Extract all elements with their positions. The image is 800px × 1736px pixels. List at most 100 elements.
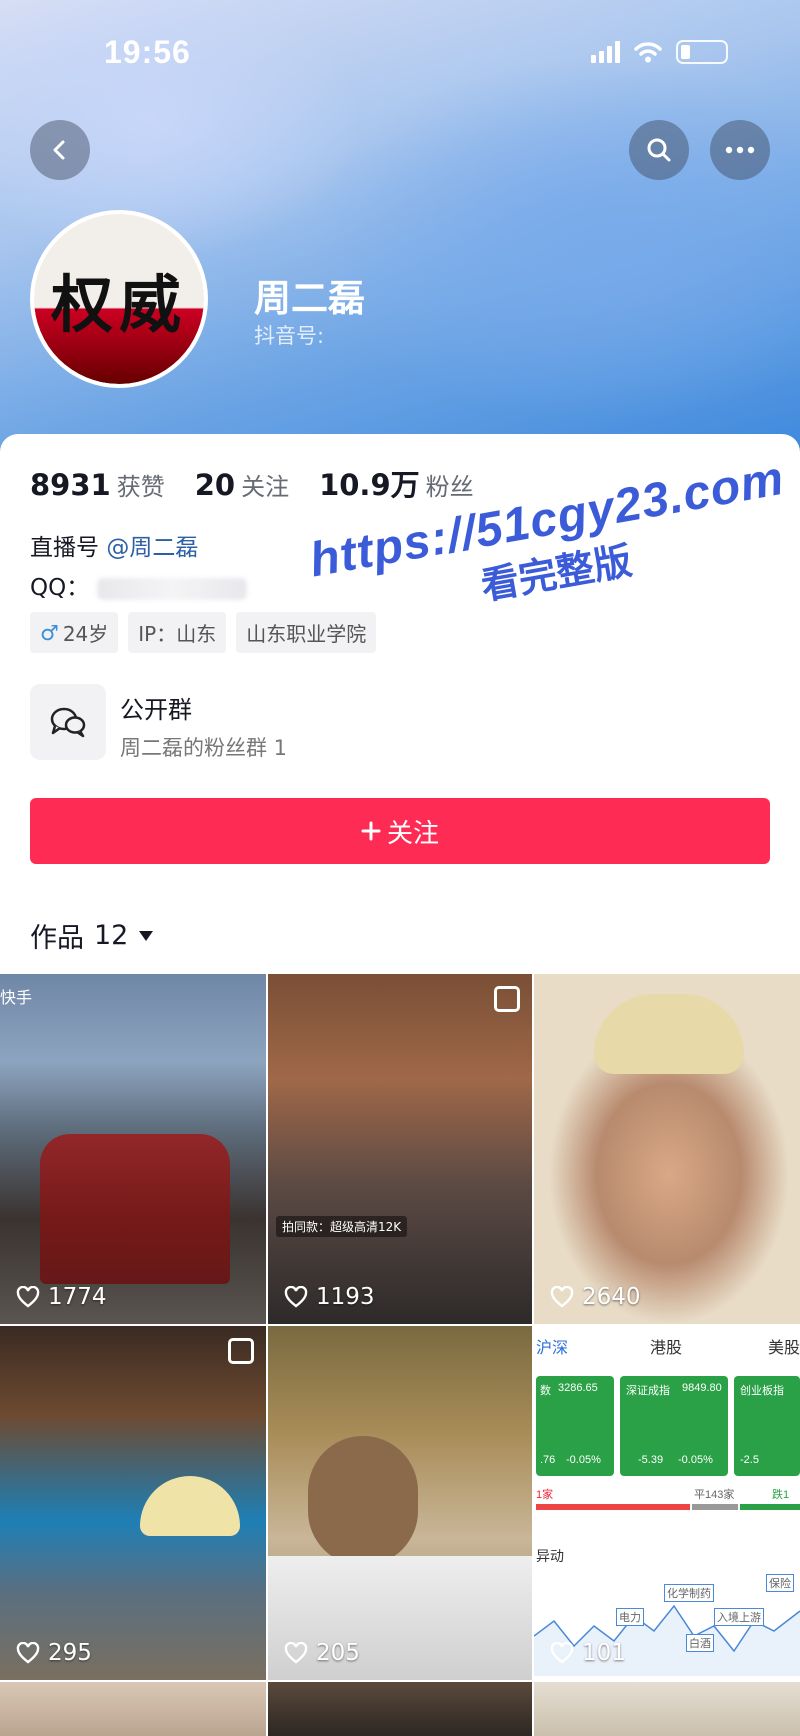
male-icon: ♂ [40, 620, 59, 645]
follow-button[interactable]: 关注 [30, 798, 770, 864]
group-chat-icon [50, 707, 86, 738]
tag-age: ♂ 24岁 [30, 612, 119, 653]
video-likes: 1193 [284, 1284, 375, 1310]
signal-icon [591, 41, 620, 63]
stock-tab: 港股 [650, 1340, 683, 1357]
stat-label: 关注 [241, 473, 290, 501]
stock-card-name: 创业板指 [740, 1385, 784, 1397]
stock-chart-tag: 电力 [616, 1608, 644, 1626]
video-thumbnail[interactable]: 2640 [534, 974, 800, 1324]
video-thumbnail[interactable] [268, 1682, 532, 1736]
status-time: 19:56 [104, 34, 191, 70]
heart-icon [16, 1286, 40, 1308]
video-likes: 2640 [550, 1284, 641, 1310]
avatar-logo-text: 权威 [50, 268, 187, 341]
group-subtitle: 周二磊的粉丝群 1 [120, 736, 288, 760]
video-thumbnail[interactable]: 205 [268, 1326, 532, 1680]
plus-icon [361, 821, 381, 841]
video-figure [308, 1436, 418, 1566]
video-figure-hair [140, 1476, 240, 1536]
stat-likes[interactable]: 8931 获赞 [30, 467, 165, 502]
works-count: 12 [94, 920, 129, 951]
stock-card-name: 数 [540, 1385, 551, 1397]
stock-down-bar [740, 1504, 800, 1510]
video-figure-hair [594, 994, 744, 1074]
caret-down-icon [139, 930, 154, 941]
stock-section-title: 异动 [536, 1548, 564, 1564]
fan-group-entry[interactable]: 公开群 周二磊的粉丝群 1 [30, 684, 770, 764]
profile-stats: 8931 获赞 20 关注 10.9万 粉丝 [30, 462, 504, 504]
stock-row-label: 跌1 [772, 1489, 790, 1501]
video-likes: 205 [284, 1640, 360, 1666]
avatar-image: 权威 [34, 214, 204, 384]
video-thumbnail[interactable]: 沪深 港股 美股 数 3286.65 .76 -0.05% 深证成指 9849.… [534, 1326, 800, 1680]
video-thumbnail[interactable]: 快手 1774 [0, 974, 266, 1324]
works-tab-label: 作品 [30, 923, 84, 954]
heart-icon [550, 1286, 574, 1308]
stock-card-delta: -5.39 [638, 1454, 664, 1466]
stock-flat-bar [692, 1504, 738, 1510]
stock-card-change: -0.05% [678, 1454, 713, 1466]
heart-icon [284, 1642, 308, 1664]
video-figure [40, 1134, 230, 1284]
search-button[interactable] [629, 120, 689, 180]
stock-card-value: 9849.80 [682, 1382, 722, 1394]
stat-followers[interactable]: 10.9万 粉丝 [319, 462, 474, 504]
video-thumbnail[interactable]: 拍同款：超级高清12K 1193 [268, 974, 532, 1324]
more-icon [725, 146, 755, 154]
stock-tab: 沪深 [536, 1340, 569, 1357]
stock-row-label: 平143家 [694, 1489, 735, 1501]
multi-image-icon [228, 1338, 254, 1364]
more-button[interactable] [710, 120, 770, 180]
stock-card: 深证成指 9849.80 -5.39 -0.05% [620, 1376, 728, 1476]
profile-name: 周二磊 [254, 277, 365, 320]
video-thumbnail[interactable]: 295 [0, 1326, 266, 1680]
live-label: 直播号 [30, 535, 99, 561]
heart-icon [284, 1286, 308, 1308]
stock-card-name: 深证成指 [626, 1385, 670, 1397]
video-thumbnail[interactable] [534, 1682, 800, 1736]
live-account-line: 直播号 @周二磊 [30, 528, 198, 562]
stock-chart-tag: 入境上游 [714, 1608, 764, 1626]
stock-card-change: -2.5 [740, 1454, 759, 1466]
status-bar: 19:56 [0, 34, 800, 74]
follow-label: 关注 [386, 818, 439, 849]
stat-value: 10.9万 [319, 468, 420, 502]
status-icons [591, 40, 728, 64]
video-likes: 295 [16, 1640, 92, 1666]
like-count: 2640 [582, 1284, 641, 1310]
group-chat-icon-box [30, 684, 106, 760]
live-handle-link[interactable]: @周二磊 [106, 535, 198, 561]
stat-value: 20 [194, 468, 236, 502]
qq-redacted [97, 577, 248, 600]
video-thumbnail[interactable] [0, 1682, 266, 1736]
profile-id[interactable]: 抖音号: [254, 320, 324, 350]
stock-chart-tag: 化学制药 [664, 1584, 714, 1602]
wifi-icon [634, 42, 662, 63]
video-grid: 快手 1774 拍同款：超级高清12K 1193 2640 295 205 沪深… [0, 974, 800, 1736]
video-likes: 101 [550, 1640, 626, 1666]
like-count: 295 [48, 1640, 92, 1666]
stock-chart-tag: 白酒 [686, 1634, 714, 1652]
avatar[interactable]: 权威 [30, 210, 208, 388]
chevron-left-icon [53, 140, 65, 160]
stock-up-bar [536, 1504, 690, 1510]
stat-following[interactable]: 20 关注 [195, 467, 289, 502]
tag-label: 24岁 [62, 622, 109, 646]
heart-icon [550, 1642, 574, 1664]
video-overlay-text: 拍同款：超级高清12K [276, 1216, 408, 1237]
stock-tab: 美股 [768, 1340, 800, 1357]
battery-icon [676, 40, 728, 64]
qq-label: QQ： [30, 575, 90, 601]
back-button[interactable] [30, 120, 90, 180]
stat-label: 获赞 [116, 473, 165, 501]
multi-image-icon [494, 986, 520, 1012]
like-count: 1774 [48, 1284, 107, 1310]
stock-card-value: 3286.65 [558, 1382, 598, 1394]
like-count: 1193 [316, 1284, 375, 1310]
qq-line: QQ： [30, 568, 248, 602]
group-title: 公开群 [120, 696, 192, 724]
stat-value: 8931 [30, 468, 111, 502]
stock-app-screenshot: 沪深 港股 美股 数 3286.65 .76 -0.05% 深证成指 9849.… [534, 1326, 800, 1680]
works-tab[interactable]: 作品 12 [30, 916, 154, 955]
